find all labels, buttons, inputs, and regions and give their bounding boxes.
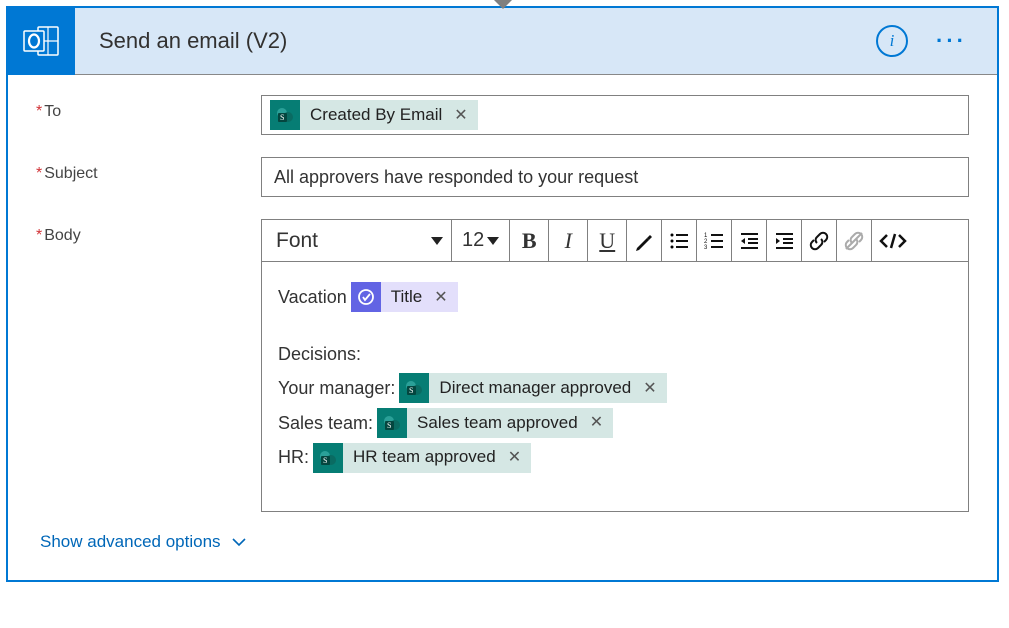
unlink-button[interactable] [837,220,871,261]
token-label: Sales team approved [417,409,578,438]
body-row: *Body Font 12 B I [36,219,969,512]
svg-text:S: S [323,456,327,465]
token-remove-icon[interactable]: ✕ [434,284,447,311]
caret-down-icon [431,237,443,245]
token-label: HR team approved [353,443,496,472]
font-size-selector[interactable]: 12 [452,220,509,261]
rte-toolbar: Font 12 B I U [262,220,968,262]
token-label: Created By Email [310,105,442,125]
subject-label: *Subject [36,157,261,183]
to-row: *To S Created By Email ✕ [36,95,969,135]
numbered-list-button[interactable]: 123 [697,220,731,261]
color-picker-button[interactable] [627,220,661,261]
svg-text:3: 3 [704,245,708,251]
token-title[interactable]: Title ✕ [351,282,458,312]
token-remove-icon[interactable]: ✕ [643,375,656,402]
link-button[interactable] [802,220,836,261]
more-menu-icon[interactable]: ··· [936,28,967,54]
token-hr-team-approved[interactable]: S HR team approved ✕ [313,443,531,473]
to-label: *To [36,95,261,121]
body-content[interactable]: Vacation Title ✕ Decisions: Your [262,262,968,511]
token-sales-team-approved[interactable]: S Sales team approved ✕ [377,408,613,438]
action-title: Send an email (V2) [75,28,876,54]
body-text: Sales team: [278,408,373,439]
show-advanced-options-link[interactable]: Show advanced options [36,518,969,570]
approvals-icon [351,282,381,312]
subject-row: *Subject All approvers have responded to… [36,157,969,197]
caret-down-icon [487,237,499,245]
underline-button[interactable]: U [588,220,626,261]
indent-button[interactable] [767,220,801,261]
card-header[interactable]: Send an email (V2) i ··· [8,8,997,75]
bullet-list-button[interactable] [662,220,696,261]
svg-text:S: S [409,386,413,395]
italic-button[interactable]: I [549,220,587,261]
header-actions: i ··· [876,25,997,57]
sharepoint-icon: S [399,373,429,403]
token-remove-icon[interactable]: ✕ [508,444,521,471]
token-direct-manager-approved[interactable]: S Direct manager approved ✕ [399,373,666,403]
code-view-button[interactable] [872,220,914,261]
chevron-down-icon [231,532,247,552]
rich-text-editor: Font 12 B I U [261,219,969,512]
token-created-by-email[interactable]: S Created By Email ✕ [270,100,478,130]
body-text: HR: [278,442,309,473]
outlook-icon [8,8,75,75]
sharepoint-icon: S [313,443,343,473]
font-selector[interactable]: Font [266,220,451,261]
token-label: Title [391,283,423,312]
subject-input[interactable]: All approvers have responded to your req… [261,157,969,197]
bold-button[interactable]: B [510,220,548,261]
outdent-button[interactable] [732,220,766,261]
card-body: *To S Created By Email ✕ *Subject All a [8,75,997,580]
svg-text:S: S [280,113,284,122]
token-remove-icon[interactable]: ✕ [590,409,603,436]
body-label: *Body [36,219,261,245]
info-icon[interactable]: i [876,25,908,57]
sharepoint-icon: S [377,408,407,438]
action-card: Send an email (V2) i ··· *To S Created B… [6,6,999,582]
to-input[interactable]: S Created By Email ✕ [261,95,969,135]
token-remove-icon[interactable]: ✕ [454,105,467,125]
body-text: Your manager: [278,373,395,404]
body-text: Decisions: [278,339,361,370]
sharepoint-icon: S [270,100,300,130]
svg-text:S: S [387,421,391,430]
token-label: Direct manager approved [439,374,631,403]
collapse-chevron-icon [494,0,512,9]
body-text: Vacation [278,282,347,313]
